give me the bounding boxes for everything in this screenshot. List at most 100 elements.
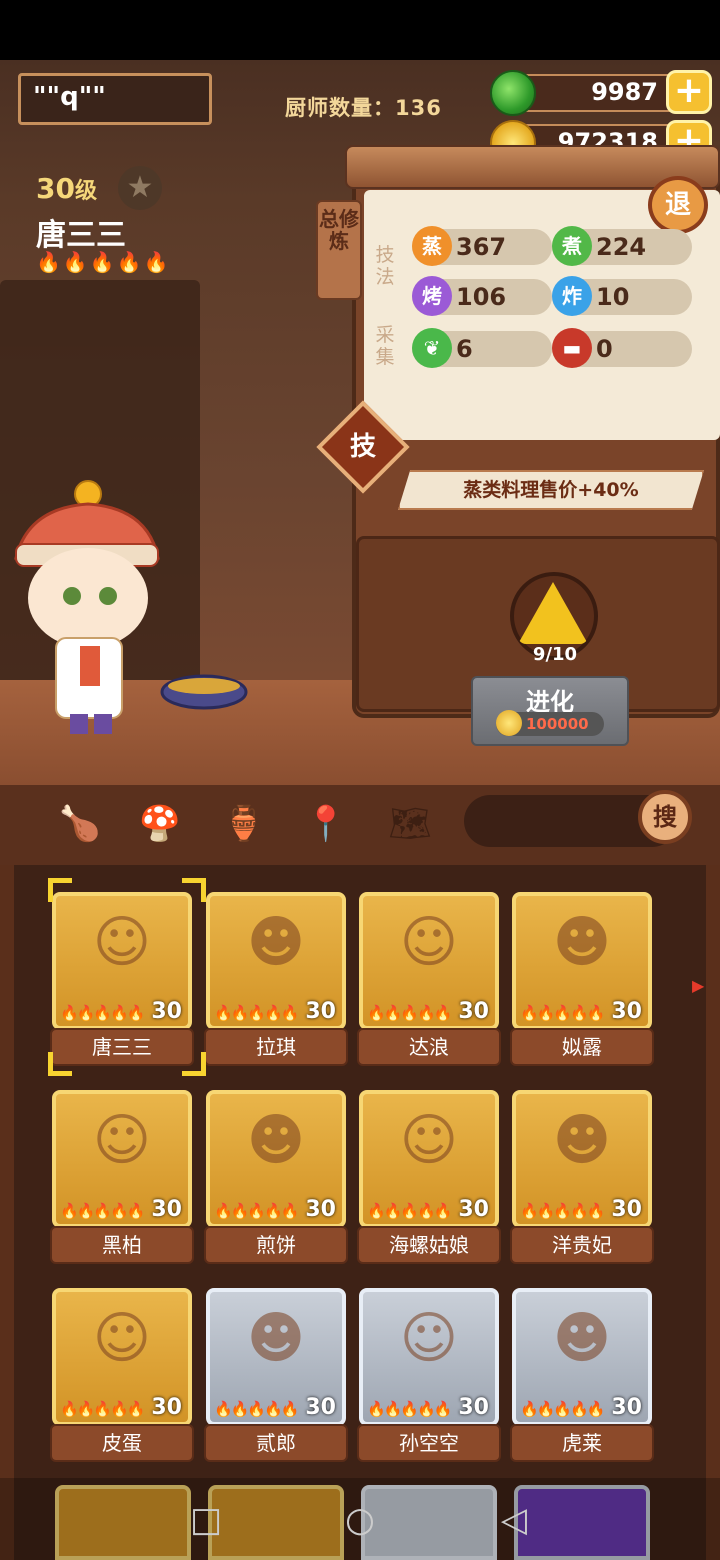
chef-card[interactable]: ☻ 🔥🔥🔥🔥🔥 30 煎饼 <box>204 1090 348 1266</box>
fry-icon: 炸 <box>552 276 592 316</box>
chef-avatar-icon: ☺ <box>399 910 459 975</box>
chef-avatar-icon: ☺ <box>92 1306 152 1371</box>
chef-card[interactable]: ☻ 🔥🔥🔥🔥🔥 30 洋贵妃 <box>510 1090 654 1266</box>
chef-level: 30 <box>151 1197 182 1222</box>
chef-portrait: ☺ 🔥🔥🔥🔥🔥 30 <box>52 1090 192 1228</box>
chef-card[interactable]: ☻ 🔥🔥🔥🔥🔥 30 贰郎 <box>204 1288 348 1464</box>
chef-avatar-icon: ☻ <box>552 910 612 975</box>
chef-avatar-icon: ☻ <box>246 1306 306 1371</box>
chef-character-sprite[interactable] <box>8 478 258 738</box>
chef-avatar-icon: ☺ <box>92 910 152 975</box>
status-bar <box>0 0 720 60</box>
chef-level: 30 <box>611 999 642 1024</box>
skill-steam: 蒸 367 <box>412 226 552 266</box>
steam-icon: 蒸 <box>412 226 452 266</box>
chef-avatar-icon: ☺ <box>92 1108 152 1173</box>
drumstick-icon[interactable]: 🍗 <box>56 800 104 848</box>
chef-card[interactable]: ☺ 🔥🔥🔥🔥🔥 30 孙空空 <box>357 1288 501 1464</box>
mushroom-icon[interactable]: 🍄 <box>136 800 184 848</box>
chef-card[interactable]: ☻ 🔥🔥🔥🔥🔥 30 虎莱 <box>510 1288 654 1464</box>
flame-icon: 🔥 <box>143 250 169 274</box>
selection-corner <box>48 1052 72 1076</box>
triangle-back-icon[interactable]: ◁ <box>494 1500 534 1540</box>
chef-count: 厨师数量：136 <box>285 92 442 122</box>
exit-button[interactable]: 退 <box>648 176 708 234</box>
boil-icon: 煮 <box>552 226 592 266</box>
chef-card[interactable]: ☺ 🔥🔥🔥🔥🔥 30 达浪 <box>357 892 501 1068</box>
star-icon[interactable]: ★ <box>118 166 162 210</box>
flame-rating: 🔥🔥🔥🔥🔥 <box>60 1202 145 1220</box>
chef-name: 海螺姑娘 <box>357 1226 501 1264</box>
flame-rating: 🔥🔥🔥🔥🔥 <box>367 1202 452 1220</box>
total-training-tab[interactable]: 总修炼 <box>316 200 362 300</box>
cabbage-icon: ❦ <box>412 328 452 368</box>
level-unit: 级 <box>74 179 97 204</box>
coin-icon <box>496 710 522 736</box>
chef-count-value: 136 <box>395 96 442 120</box>
chef-portrait: ☺ 🔥🔥🔥🔥🔥 30 <box>359 1090 499 1228</box>
evolve-cost: 100000 <box>496 710 604 736</box>
flame-rating: 🔥🔥🔥🔥🔥 <box>367 1400 452 1418</box>
chef-level: 30 <box>305 1395 336 1420</box>
chef-level: 30 <box>611 1197 642 1222</box>
skill-badge[interactable]: 技 <box>330 414 396 480</box>
chef-card[interactable]: ☺ 🔥🔥🔥🔥🔥 30 唐三三 <box>50 892 194 1068</box>
chef-card[interactable]: ☻ 🔥🔥🔥🔥🔥 30 拉琪 <box>204 892 348 1068</box>
chef-level: 30 <box>305 999 336 1024</box>
chef-count-label: 厨师数量： <box>285 96 395 120</box>
skill-value: 106 <box>456 283 507 311</box>
skill-value: 367 <box>456 233 507 261</box>
add-jade-button[interactable]: + <box>666 70 712 114</box>
flame-rating: 🔥🔥🔥🔥🔥 <box>60 1004 145 1022</box>
technique-label: 技法 <box>375 244 395 288</box>
chef-portrait: ☻ 🔥🔥🔥🔥🔥 30 <box>512 892 652 1030</box>
chef-card[interactable]: ☺ 🔥🔥🔥🔥🔥 30 海螺姑娘 <box>357 1090 501 1266</box>
skill-fry: 炸 10 <box>552 276 692 316</box>
skill-value: 0 <box>596 335 613 363</box>
map-icon[interactable]: 🗺 <box>386 800 434 848</box>
skill-vegetable: ❦ 6 <box>412 328 552 368</box>
chef-card[interactable]: ☺ 🔥🔥🔥🔥🔥 30 黑柏 <box>50 1090 194 1266</box>
game-screen: ""q"" 厨师数量：136 9987 + 972318 + 30级 ★ 唐三三… <box>0 0 720 1560</box>
square-icon[interactable]: □ <box>186 1500 226 1540</box>
selection-corner <box>182 878 206 902</box>
circle-icon[interactable]: ○ <box>340 1500 380 1540</box>
chef-card[interactable]: ☻ 🔥🔥🔥🔥🔥 30 姒露 <box>510 892 654 1068</box>
jade-amount: 9987 <box>591 78 658 106</box>
player-name-box[interactable]: ""q"" <box>18 73 212 125</box>
chef-level: 30 <box>611 1395 642 1420</box>
chef-name: 孙空空 <box>357 1424 501 1462</box>
chef-portrait: ☻ 🔥🔥🔥🔥🔥 30 <box>512 1288 652 1426</box>
jar-icon[interactable]: 🏺 <box>220 800 268 848</box>
chef-level: 30 <box>458 1395 489 1420</box>
skill-roast: 烤 106 <box>412 276 552 316</box>
chef-level: 30 <box>458 1197 489 1222</box>
chef-name: 拉琪 <box>204 1028 348 1066</box>
chef-avatar-icon: ☺ <box>399 1108 459 1173</box>
chef-portrait: ☺ 🔥🔥🔥🔥🔥 30 <box>52 1288 192 1426</box>
flame-rating: 🔥🔥🔥🔥🔥 <box>520 1202 605 1220</box>
chef-name: 贰郎 <box>204 1424 348 1462</box>
chef-level: 30 <box>151 999 182 1024</box>
jade-resource: 9987 + <box>490 70 712 116</box>
map-pin-icon[interactable]: 📍 <box>302 800 350 848</box>
chef-portrait: ☻ 🔥🔥🔥🔥🔥 30 <box>206 1288 346 1426</box>
chef-avatar-icon: ☻ <box>552 1108 612 1173</box>
chef-avatar-icon: ☺ <box>399 1306 459 1371</box>
chef-portrait: ☺ 🔥🔥🔥🔥🔥 30 <box>52 892 192 1030</box>
search-button[interactable]: 搜 <box>638 790 692 844</box>
chef-name: 达浪 <box>357 1028 501 1066</box>
chef-name: 黑柏 <box>50 1226 194 1264</box>
evolve-progress: 9/10 <box>532 644 578 665</box>
chef-name: 煎饼 <box>204 1226 348 1264</box>
chef-avatar-icon: ☻ <box>552 1306 612 1371</box>
chef-level: 30 <box>151 1395 182 1420</box>
chef-card[interactable]: ☺ 🔥🔥🔥🔥🔥 30 皮蛋 <box>50 1288 194 1464</box>
chef-portrait: ☺ 🔥🔥🔥🔥🔥 30 <box>359 892 499 1030</box>
level-value: 30 <box>36 172 75 205</box>
chef-avatar-icon: ☻ <box>246 1108 306 1173</box>
character-name: 唐三三 <box>36 218 126 253</box>
chef-name: 皮蛋 <box>50 1424 194 1462</box>
flame-rating: 🔥🔥🔥🔥🔥 <box>214 1202 299 1220</box>
flame-icon: 🔥 <box>116 250 142 274</box>
